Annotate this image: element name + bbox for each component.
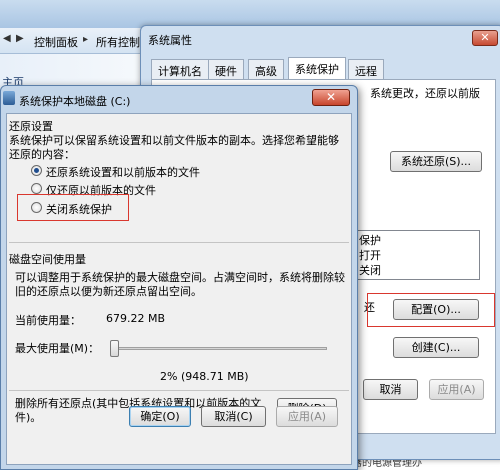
window-title: 系统属性	[148, 34, 192, 47]
current-usage-label: 当前使用量：	[15, 314, 81, 327]
ok-button[interactable]: 确定(O)	[129, 406, 191, 427]
dialog-close-button[interactable]: ✕	[312, 89, 350, 106]
list-item-status-off[interactable]: 关闭	[359, 262, 381, 278]
disk-usage-heading: 磁盘空间使用量	[9, 253, 86, 266]
list-header-protection: 保护	[359, 234, 381, 247]
max-usage-slider-track[interactable]	[110, 347, 327, 350]
restore-settings-heading: 还原设置	[9, 120, 53, 133]
tab-computer-name[interactable]: 计算机名	[151, 59, 209, 79]
explorer-titlebar	[0, 0, 500, 28]
system-protection-dialog: 系统保护本地磁盘 (C:) ✕ 还原设置 系统保护可以保留系统设置和以前文件版本…	[0, 85, 358, 470]
slider-value-readout: 2% (948.71 MB)	[160, 370, 249, 383]
highlight-turn-off	[17, 194, 129, 221]
close-button[interactable]: ✕	[472, 30, 498, 46]
section-divider-2	[9, 390, 349, 391]
current-usage-value: 679.22 MB	[106, 312, 166, 325]
back-arrow-icon[interactable]: ◀	[3, 33, 11, 44]
system-restore-button[interactable]: 系统还原(S)...	[390, 151, 482, 172]
restore-settings-description: 系统保护可以保留系统设置和以前文件版本的副本。选择您希望能够还原的内容：	[9, 134, 339, 161]
section-divider	[9, 242, 349, 243]
system-restore-description: 系统更改，还原以前版	[370, 87, 480, 100]
drive-icon	[3, 91, 15, 105]
dialog-cancel-button[interactable]: 取消(C)	[201, 406, 266, 427]
dialog-title: 系统保护本地磁盘 (C:)	[19, 95, 131, 108]
breadcrumb-separator-icon: ▸	[83, 34, 89, 45]
breadcrumb-control-panel[interactable]: 控制面板	[34, 34, 78, 50]
drive-protection-list[interactable]: 保护 打开 关闭	[355, 230, 480, 280]
list-item-status-on[interactable]: 打开	[359, 247, 381, 263]
dialog-apply-button[interactable]: 应用(A)	[276, 406, 338, 427]
disk-usage-description: 可以调整用于系统保护的最大磁盘空间。占满空间时，系统将删除较旧的还原点以便为新还…	[15, 271, 345, 298]
radio-restore-files-only[interactable]	[31, 183, 42, 194]
tab-advanced[interactable]: 高级	[248, 59, 284, 79]
radio-label-restore-settings-and-files[interactable]: 还原系统设置和以前版本的文件	[46, 164, 200, 180]
tab-remote[interactable]: 远程	[348, 59, 384, 79]
max-usage-label: 最大使用量(M)：	[15, 342, 100, 355]
radio-restore-settings-and-files[interactable]	[31, 165, 42, 176]
forward-arrow-icon[interactable]: ▶	[16, 33, 24, 44]
tab-system-protection[interactable]: 系统保护	[288, 57, 346, 80]
apply-button[interactable]: 应用(A)	[429, 379, 484, 400]
tab-hardware[interactable]: 硬件	[208, 59, 244, 79]
max-usage-slider-thumb[interactable]	[110, 340, 120, 357]
breadcrumb-all-items[interactable]: 所有控制	[96, 34, 140, 50]
create-button[interactable]: 创建(C)...	[393, 337, 479, 358]
cancel-button[interactable]: 取消	[363, 379, 418, 400]
highlight-configure	[367, 293, 495, 327]
